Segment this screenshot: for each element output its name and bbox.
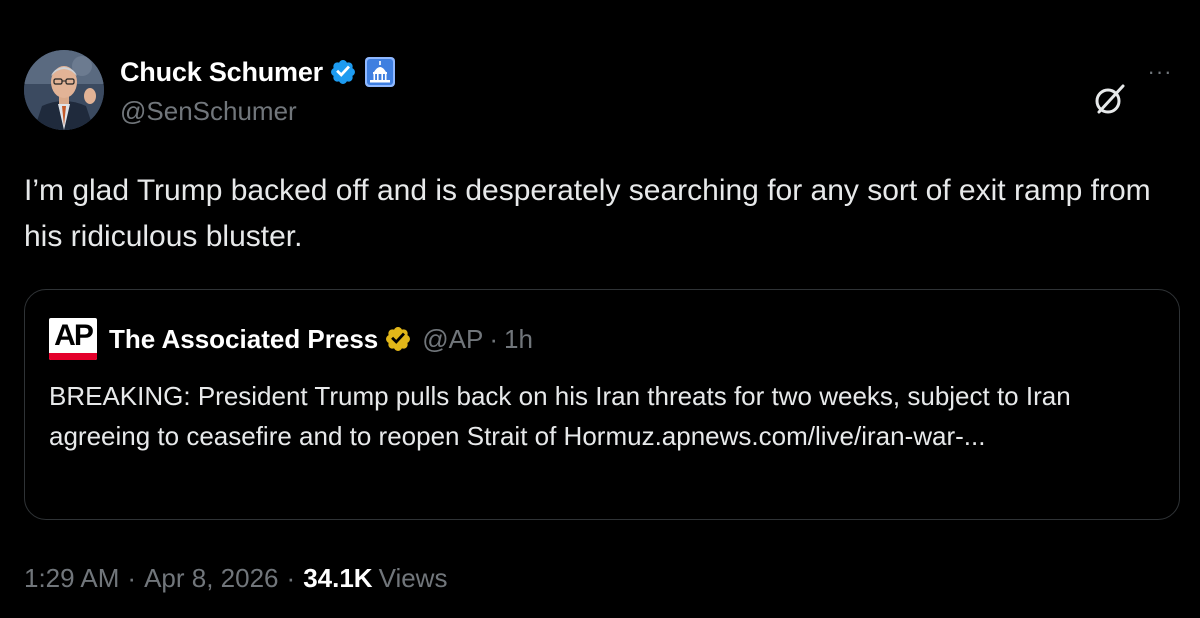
avatar-image [24,50,104,130]
quoted-author-handle[interactable]: @AP [422,324,483,355]
author-display-name[interactable]: Chuck Schumer [120,57,323,88]
quoted-tweet-text: BREAKING: President Trump pulls back on … [49,381,1071,451]
ap-logo-text: AP [54,319,94,352]
tweet-metadata: 1:29 AM · Apr 8, 2026 · 34.1K Views [24,558,447,598]
tweet-time[interactable]: 1:29 AM [24,563,119,594]
ap-logo-red-bar [49,353,97,360]
quoted-tweet-card[interactable]: AP The Associated Press @AP · 1h BREAKIN… [24,289,1180,520]
verified-badge-icon[interactable] [329,58,357,86]
meta-separator: · [286,562,296,593]
quoted-author-name[interactable]: The Associated Press [109,324,378,355]
meta-separator: · [127,562,137,593]
views-label: Views [378,562,448,593]
ap-logo-avatar[interactable]: AP [49,318,97,360]
quoted-tweet-header: AP The Associated Press @AP · 1h [49,318,533,360]
tweet-text: I’m glad Trump backed off and is despera… [24,174,1151,253]
more-options-button[interactable]: ··· [1142,60,1178,84]
views-count[interactable]: 34.1K [303,563,372,594]
grok-icon[interactable] [1092,81,1128,117]
gold-verified-badge-icon[interactable] [384,325,412,353]
author-avatar[interactable] [24,50,104,130]
tweet-date[interactable]: Apr 8, 2026 [144,563,278,594]
author-name-row: Chuck Schumer [120,53,395,91]
author-handle[interactable]: @SenSchumer [120,96,297,127]
quoted-separator: · [489,323,499,354]
quoted-timestamp[interactable]: 1h [504,324,533,355]
capitol-building-icon[interactable] [364,57,395,87]
